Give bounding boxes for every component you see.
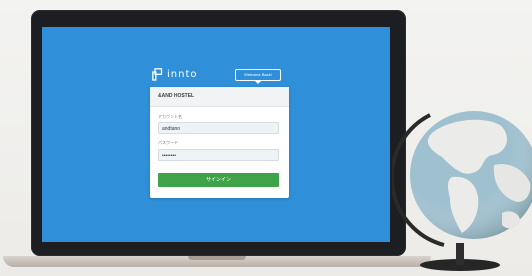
signin-button[interactable]: サインイン: [158, 173, 279, 187]
photo-scene: innto Welcome Back! &AND HOSTEL アカウント名 a…: [0, 0, 532, 276]
globe-icon: [392, 95, 532, 276]
account-label: アカウント名: [158, 114, 182, 119]
account-input[interactable]: andtano: [158, 122, 279, 134]
password-label: パスワード: [158, 140, 178, 145]
laptop-screen: innto Welcome Back! &AND HOSTEL アカウント名 a…: [42, 27, 390, 242]
logo-text: innto: [167, 69, 198, 80]
innto-logo: innto: [152, 68, 198, 81]
welcome-badge: Welcome Back!: [235, 69, 281, 84]
laptop-notch: [188, 256, 246, 260]
login-card: &AND HOSTEL アカウント名 andtano パスワード •••••••…: [150, 87, 289, 198]
password-input[interactable]: ••••••••: [158, 149, 279, 161]
innto-logo-mark-icon: [152, 68, 163, 81]
card-title: &AND HOSTEL: [150, 87, 289, 107]
